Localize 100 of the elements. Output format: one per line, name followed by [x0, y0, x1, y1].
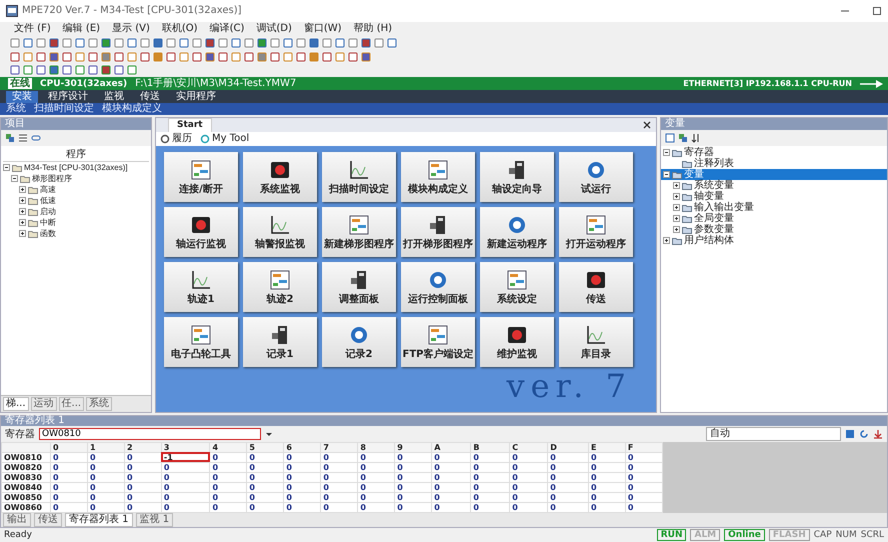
table-cell[interactable]: 0 — [432, 462, 471, 472]
tool-icon[interactable] — [309, 38, 319, 48]
tool-icon[interactable] — [10, 65, 20, 76]
table-cell[interactable]: 0 — [548, 472, 588, 482]
tool-icon[interactable] — [127, 65, 137, 76]
table-cell[interactable]: 0 — [161, 462, 210, 472]
table-cell[interactable]: 0 — [320, 482, 358, 493]
list-icon[interactable] — [18, 133, 28, 144]
table-cell[interactable]: 0 — [124, 472, 162, 482]
tool-tile[interactable]: 库目录 — [559, 317, 633, 368]
table-cell[interactable]: 0 — [510, 462, 548, 472]
tool-tile[interactable]: 系统设定 — [480, 262, 554, 312]
tool-icon[interactable] — [62, 52, 72, 62]
tool-icon[interactable] — [88, 38, 98, 48]
menu-item[interactable]: 联机(O) — [162, 22, 198, 35]
table-cell[interactable]: 0 — [50, 472, 88, 482]
table-cell[interactable]: 0 — [548, 482, 588, 493]
expander-icon[interactable] — [673, 204, 680, 212]
expander-icon[interactable] — [673, 226, 680, 234]
download-icon[interactable] — [873, 428, 883, 439]
tool-icon[interactable] — [127, 38, 137, 48]
table-cell[interactable]: 0 — [246, 462, 284, 472]
tool-tile[interactable]: 扫描时间设定 — [322, 152, 396, 202]
menu-item[interactable]: 窗口(W) — [304, 22, 342, 35]
tree-item[interactable]: 启动 — [40, 206, 56, 218]
table-cell[interactable]: 0 — [124, 482, 162, 493]
tool-icon[interactable] — [49, 52, 59, 62]
start-link[interactable]: 履历 — [172, 133, 192, 146]
table-cell[interactable]: 0 — [50, 452, 88, 462]
tree-item[interactable]: M34-Test [CPU-301(32axes)] — [24, 162, 128, 174]
tool-icon[interactable] — [335, 52, 345, 62]
tree-item[interactable]: 低速 — [40, 195, 56, 206]
expander-icon[interactable] — [663, 237, 670, 244]
expander-icon[interactable] — [673, 215, 680, 222]
tool-tile[interactable]: 轴警报监视 — [243, 207, 317, 258]
tool-tile[interactable]: 打开运动程序 — [559, 207, 633, 258]
tree-item[interactable]: 梯形图程序 — [32, 173, 72, 184]
tool-icon[interactable] — [361, 52, 371, 62]
table-cell[interactable]: 0 — [210, 472, 247, 482]
tool-icon[interactable] — [36, 65, 46, 76]
table-cell[interactable]: 0 — [470, 452, 510, 462]
tree-item[interactable]: 输入输出变量 — [694, 202, 754, 214]
tool-tile[interactable]: 调整面板 — [322, 262, 396, 312]
tool-icon[interactable] — [244, 52, 254, 62]
sort-icon[interactable] — [691, 133, 701, 144]
tool-tile[interactable]: 维护监视 — [480, 317, 554, 368]
table-cell[interactable]: 0 — [510, 452, 548, 462]
expander-icon[interactable] — [673, 182, 680, 190]
table-cell[interactable]: 0 — [394, 452, 432, 462]
panel-tab[interactable]: 系统 — [86, 396, 112, 411]
expander-icon[interactable] — [673, 193, 680, 200]
tool-icon[interactable] — [231, 52, 241, 62]
table-cell[interactable]: 0 — [588, 472, 626, 482]
ribbon-tab[interactable]: 安装 — [6, 90, 38, 103]
tool-icon[interactable] — [114, 65, 124, 76]
start-link[interactable]: My Tool — [212, 133, 250, 146]
tool-tile[interactable]: 新建运动程序 — [480, 207, 554, 258]
table-cell[interactable]: 0 — [548, 452, 588, 462]
table-cell[interactable]: 0 — [320, 452, 358, 462]
tool-icon[interactable] — [10, 52, 20, 62]
tool-icon[interactable] — [387, 38, 397, 48]
tree-icon[interactable] — [5, 133, 15, 144]
register-input[interactable]: OW0810 — [39, 428, 261, 440]
tool-tile[interactable]: 轨迹2 — [243, 262, 317, 312]
table-cell[interactable]: 0 — [284, 492, 321, 503]
tree-item[interactable]: 轴变量 — [694, 191, 724, 202]
table-cell[interactable]: 0 — [470, 492, 510, 503]
tool-icon[interactable] — [192, 52, 202, 62]
ribbon-command[interactable]: 扫描时间设定 — [34, 103, 94, 116]
tool-tile[interactable]: 连接/断开 — [164, 152, 238, 202]
table-cell[interactable]: 0 — [548, 462, 588, 472]
output-tab[interactable]: 输出 — [3, 513, 31, 528]
tree-item[interactable]: 寄存器 — [684, 147, 714, 158]
expander-icon[interactable] — [19, 186, 26, 194]
tool-icon[interactable] — [23, 52, 33, 62]
tool-icon[interactable] — [335, 38, 345, 48]
table-cell[interactable]: 0 — [87, 472, 124, 482]
menu-item[interactable]: 调试(D) — [256, 22, 292, 35]
tool-tile[interactable]: 系统监视 — [243, 152, 317, 202]
table-cell[interactable]: 0 — [394, 462, 432, 472]
tool-icon[interactable] — [10, 38, 20, 48]
tool-icon[interactable] — [140, 52, 150, 62]
table-cell[interactable]: 0 — [246, 472, 284, 482]
tool-tile[interactable]: 记录2 — [322, 317, 396, 368]
tool-tile[interactable]: 轴设定向导 — [480, 152, 554, 202]
tool-icon[interactable] — [62, 65, 72, 76]
tree-item[interactable]: 函数 — [40, 228, 56, 240]
maximize-icon[interactable] — [872, 6, 882, 16]
ribbon-tab[interactable]: 传送 — [134, 90, 166, 103]
tree-item[interactable]: 用户结构体 — [684, 235, 734, 246]
expander-icon[interactable] — [3, 164, 10, 172]
tool-icon[interactable] — [101, 38, 111, 48]
tool-tile[interactable]: 记录1 — [243, 317, 317, 368]
tool-icon[interactable] — [257, 38, 267, 48]
tool-icon[interactable] — [322, 52, 332, 62]
tool-icon[interactable] — [361, 38, 371, 48]
tool-icon[interactable] — [75, 52, 85, 62]
tool-tile[interactable]: 新建梯形图程序 — [322, 207, 396, 258]
table-cell[interactable]: 0 — [588, 452, 626, 462]
table-cell[interactable]: 0 — [320, 492, 358, 503]
